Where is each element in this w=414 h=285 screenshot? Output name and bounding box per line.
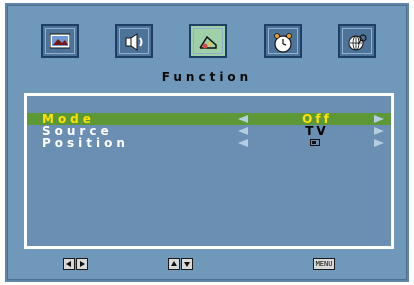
up-key-icon: [168, 258, 180, 270]
page-title: Function: [161, 70, 253, 84]
speaker-icon: [125, 33, 143, 51]
arrow-left-icon[interactable]: [238, 127, 248, 135]
function-icon: [199, 35, 217, 49]
clock-icon: [274, 33, 292, 53]
menu-key-icon: MENU: [313, 258, 335, 270]
hint-left-right: [63, 258, 88, 270]
arrow-left-icon[interactable]: [238, 139, 248, 147]
down-key-icon: [181, 258, 193, 270]
left-key-icon: [63, 258, 75, 270]
arrow-right-icon[interactable]: [374, 115, 384, 123]
tab-setup[interactable]: [338, 24, 376, 58]
menu-label-position: Position: [42, 136, 129, 150]
arrow-right-icon[interactable]: [374, 139, 384, 147]
menu-row-position[interactable]: Position: [27, 137, 391, 149]
arrow-left-icon[interactable]: [238, 115, 248, 123]
menu-value-source: TV: [305, 124, 329, 138]
right-key-icon: [76, 258, 88, 270]
tab-timer[interactable]: [264, 24, 302, 58]
tab-picture[interactable]: [41, 24, 79, 58]
position-icon: [310, 139, 320, 146]
menu-panel: Mode Off Source TV Position: [24, 93, 394, 249]
arrow-right-icon[interactable]: [374, 127, 384, 135]
tab-function[interactable]: [189, 24, 227, 58]
picture-icon: [50, 33, 70, 49]
globe-key-icon: [348, 34, 367, 51]
hint-up-down: [168, 258, 193, 270]
tab-sound[interactable]: [115, 24, 153, 58]
